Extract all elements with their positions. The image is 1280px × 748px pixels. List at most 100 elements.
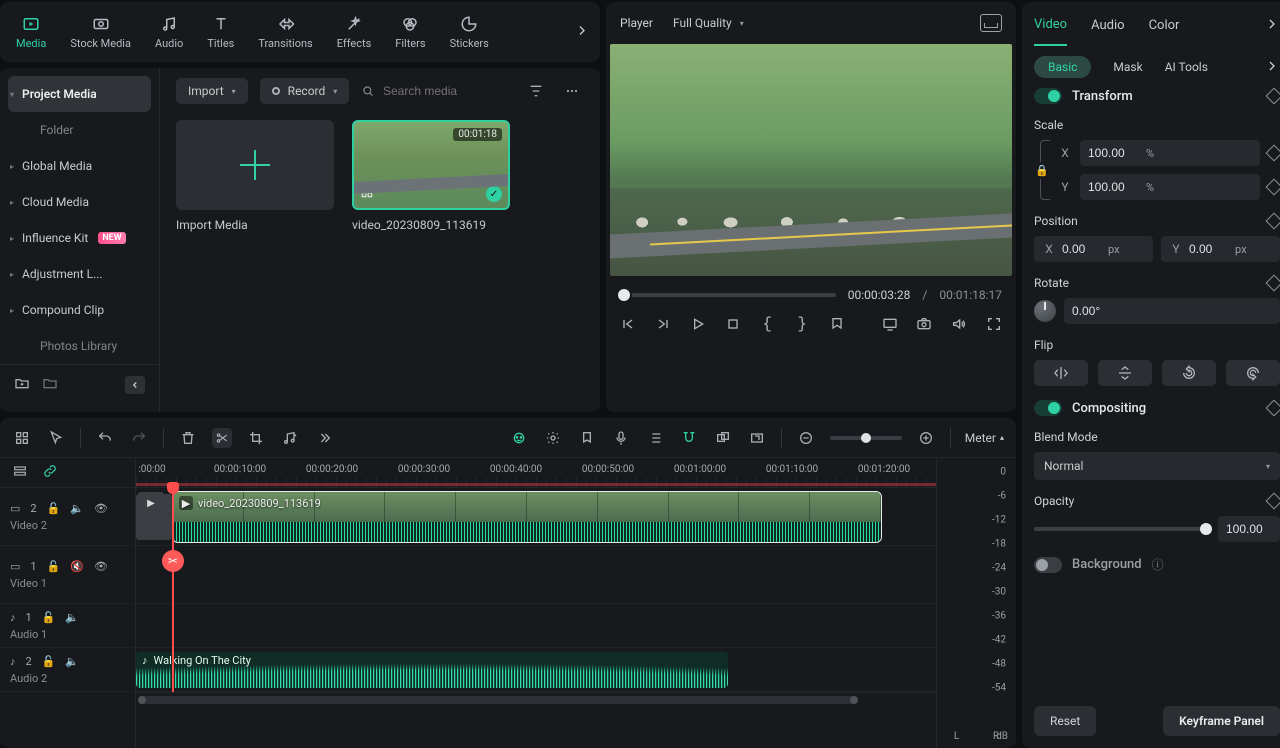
- timeline-scrollbar[interactable]: [136, 692, 936, 706]
- flip-vertical-button[interactable]: [1098, 360, 1152, 386]
- mark-in-button[interactable]: {: [759, 314, 776, 334]
- sidebar-influence-kit[interactable]: ▸Influence KitNEW: [0, 220, 159, 256]
- tl-snap-icon[interactable]: [679, 428, 699, 448]
- info-icon[interactable]: ⓘ: [1152, 556, 1164, 573]
- play-button[interactable]: [689, 314, 706, 334]
- track-audio-1[interactable]: [136, 604, 936, 648]
- inspector-tab-color[interactable]: Color: [1149, 18, 1180, 33]
- folder-icon[interactable]: [42, 375, 58, 394]
- track-lock-icon[interactable]: 🔓: [42, 611, 56, 624]
- snapshot-button[interactable]: [916, 314, 933, 334]
- track-mute-icon[interactable]: 🔈: [65, 655, 79, 668]
- opacity-input[interactable]: [1226, 522, 1272, 536]
- display-mode-button[interactable]: [881, 314, 898, 334]
- sidebar-photos-library[interactable]: Photos Library: [0, 328, 159, 364]
- rotate-ccw-button[interactable]: [1162, 360, 1216, 386]
- playhead[interactable]: ✂: [172, 488, 174, 692]
- tab-audio[interactable]: Audio: [155, 14, 183, 50]
- sidebar-folder[interactable]: Folder: [0, 112, 159, 148]
- tl-list-icon[interactable]: [645, 428, 665, 448]
- media-clip-thumb[interactable]: 00:01:18 ✓: [352, 120, 510, 210]
- timeline-clip-video[interactable]: ▶video_20230809_113619: [172, 491, 882, 543]
- scissors-icon[interactable]: ✂: [162, 550, 184, 572]
- scale-y-input[interactable]: [1088, 180, 1140, 194]
- tl-zoom-in[interactable]: [916, 428, 936, 448]
- sidebar-project-media[interactable]: ▾Project Media: [8, 76, 151, 112]
- timeline-clip-audio[interactable]: ♪Walking On The City: [136, 652, 728, 688]
- prev-frame-button[interactable]: [620, 314, 637, 334]
- transform-toggle[interactable]: [1034, 88, 1062, 104]
- tab-titles[interactable]: Titles: [207, 14, 234, 50]
- tl-split-tool[interactable]: [212, 428, 232, 448]
- scale-y-keyframe[interactable]: [1266, 179, 1280, 196]
- volume-button[interactable]: [951, 314, 968, 334]
- tl-more-tools[interactable]: [314, 428, 334, 448]
- rotate-cw-button[interactable]: [1226, 360, 1280, 386]
- player-scrubber[interactable]: [620, 293, 836, 297]
- stop-button[interactable]: [724, 314, 741, 334]
- tab-media[interactable]: Media: [16, 14, 46, 50]
- tl-crop[interactable]: [246, 428, 266, 448]
- subtab-ai-tools[interactable]: AI Tools: [1165, 60, 1208, 74]
- subtab-basic[interactable]: Basic: [1034, 56, 1091, 78]
- inspector-tab-audio[interactable]: Audio: [1091, 18, 1124, 33]
- lock-icon[interactable]: 🔒: [1035, 162, 1049, 179]
- compositing-keyframe[interactable]: [1266, 400, 1280, 417]
- tab-transitions[interactable]: Transitions: [258, 14, 312, 50]
- tl-undo[interactable]: [95, 428, 115, 448]
- subtabs-next[interactable]: [1264, 58, 1280, 77]
- opacity-keyframe[interactable]: [1266, 493, 1280, 510]
- track-lock-icon[interactable]: 🔓: [47, 560, 61, 573]
- track-visible-icon[interactable]: 👁: [94, 502, 108, 515]
- scale-x-keyframe[interactable]: [1266, 145, 1280, 162]
- toggle-scopes-icon[interactable]: [980, 14, 1002, 32]
- subtab-mask[interactable]: Mask: [1113, 60, 1142, 74]
- track-mute-icon[interactable]: 🔈: [70, 502, 84, 515]
- marker-options-button[interactable]: [828, 314, 845, 334]
- scale-x-input[interactable]: [1088, 146, 1140, 160]
- blend-mode-select[interactable]: Normal▾: [1034, 452, 1280, 480]
- meter-toggle[interactable]: Meter▴: [965, 431, 1004, 445]
- tab-effects[interactable]: Effects: [337, 14, 372, 50]
- track-visible-icon[interactable]: 👁: [94, 560, 108, 573]
- tl-mic-icon[interactable]: [611, 428, 631, 448]
- reset-button[interactable]: Reset: [1034, 706, 1096, 736]
- track-lock-icon[interactable]: 🔓: [42, 655, 56, 668]
- tl-marker-icon[interactable]: [577, 428, 597, 448]
- tl-aspect-icon[interactable]: [747, 428, 767, 448]
- player-preview[interactable]: [610, 44, 1012, 276]
- pos-x-input[interactable]: [1062, 242, 1102, 256]
- player-quality-select[interactable]: Full Quality▾: [673, 16, 744, 30]
- tab-stock-media[interactable]: Stock Media: [70, 14, 131, 50]
- filter-icon[interactable]: [524, 79, 548, 103]
- flip-horizontal-button[interactable]: [1034, 360, 1088, 386]
- collapse-sidebar[interactable]: [125, 376, 145, 394]
- tl-zoom-slider[interactable]: [830, 436, 902, 440]
- tl-layout-icon[interactable]: [12, 428, 32, 448]
- compositing-toggle[interactable]: [1034, 400, 1062, 416]
- search-input[interactable]: [383, 84, 512, 98]
- fullscreen-button[interactable]: [985, 314, 1002, 334]
- sidebar-adjustment-layers[interactable]: ▸Adjustment L...: [0, 256, 159, 292]
- link-icon[interactable]: [42, 463, 58, 482]
- new-folder-icon[interactable]: [14, 375, 30, 394]
- tl-zoom-out[interactable]: [796, 428, 816, 448]
- inspector-tabs-next[interactable]: [1264, 16, 1280, 35]
- import-media-tile[interactable]: [176, 120, 334, 210]
- tab-filters[interactable]: Filters: [395, 14, 425, 50]
- sidebar-compound-clip[interactable]: ▸Compound Clip: [0, 292, 159, 328]
- import-dropdown[interactable]: Import▾: [176, 78, 248, 104]
- timeline-ruler[interactable]: :00:00 00:00:10:00 00:00:20:00 00:00:30:…: [136, 458, 936, 488]
- track-video-2[interactable]: ▶ ▶video_20230809_113619: [136, 488, 936, 546]
- track-options-icon[interactable]: [12, 463, 28, 482]
- mark-out-button[interactable]: }: [794, 314, 811, 334]
- track-video-1[interactable]: [136, 546, 936, 604]
- track-mute-icon[interactable]: 🔇: [70, 560, 84, 573]
- more-icon[interactable]: [560, 79, 584, 103]
- track-play-icon[interactable]: ▶: [138, 492, 164, 514]
- rotate-keyframe[interactable]: [1266, 275, 1280, 292]
- track-audio-2[interactable]: ♪Walking On The City: [136, 648, 936, 692]
- keyframe-panel-button[interactable]: Keyframe Panel: [1163, 706, 1280, 736]
- tl-ai-icon[interactable]: [509, 428, 529, 448]
- sidebar-global-media[interactable]: ▸Global Media: [0, 148, 159, 184]
